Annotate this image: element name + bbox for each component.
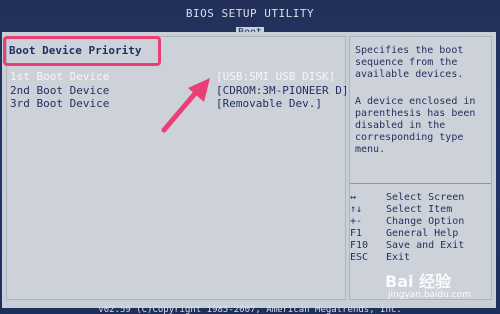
key-hint-select-screen: ↔ Select Screen [350,192,490,204]
left-right-arrow-icon: ↔ [350,192,357,203]
boot-device-label: 1st Boot Device [10,70,110,83]
boot-device-value[interactable]: [Removable Dev.] [216,97,322,110]
key-hint-exit: ESC Exit [350,252,490,264]
boot-device-label: 2nd Boot Device [10,84,110,97]
boot-device-label: 3rd Boot Device [10,97,110,110]
f10-key: F10 [350,240,369,251]
up-down-arrow-icon: ↑↓ [350,204,363,215]
key-hint-change-option: +- Change Option [350,216,490,228]
help-text-primary: Specifies the boot sequence from the ava… [355,45,464,80]
key-hint-desc: Change Option [386,216,465,227]
key-hint-save-exit: F10 Save and Exit [350,240,490,252]
annotation-arrow-icon [161,78,210,133]
key-hint-desc: Select Item [386,204,453,215]
key-hint-desc: Select Screen [386,192,465,203]
key-hint-general-help: F1 General Help [350,228,490,240]
key-hint-desc: Save and Exit [386,240,465,251]
help-divider [350,183,491,184]
tab-bar: Boot [0,20,500,39]
bios-screen: BIOS SETUP UTILITY Boot Boot Device Prio… [0,0,500,314]
watermark-url: jingyan.baidu.com [388,290,472,300]
key-hint-desc: Exit [386,252,411,263]
esc-key: ESC [350,252,369,263]
key-hint-select-item: ↑↓ Select Item [350,204,490,216]
copyright-footer: v02.59 (C)Copyright 1985-2007, American … [98,305,402,314]
boot-device-value[interactable]: [USB:SMI USB DISK] [216,70,335,83]
annotation-highlight-box [3,36,161,66]
key-hint-desc: General Help [386,228,459,239]
help-text-secondary: A device enclosed in parenthesis has bee… [355,96,476,155]
plus-minus-key: +- [350,216,363,227]
f1-key: F1 [350,228,363,239]
boot-device-value[interactable]: [CDROM:3M-PIONEER D] [216,84,348,97]
baidu-jingyan-logo: Bai 经验 [385,272,452,291]
bios-title: BIOS SETUP UTILITY [185,7,315,20]
